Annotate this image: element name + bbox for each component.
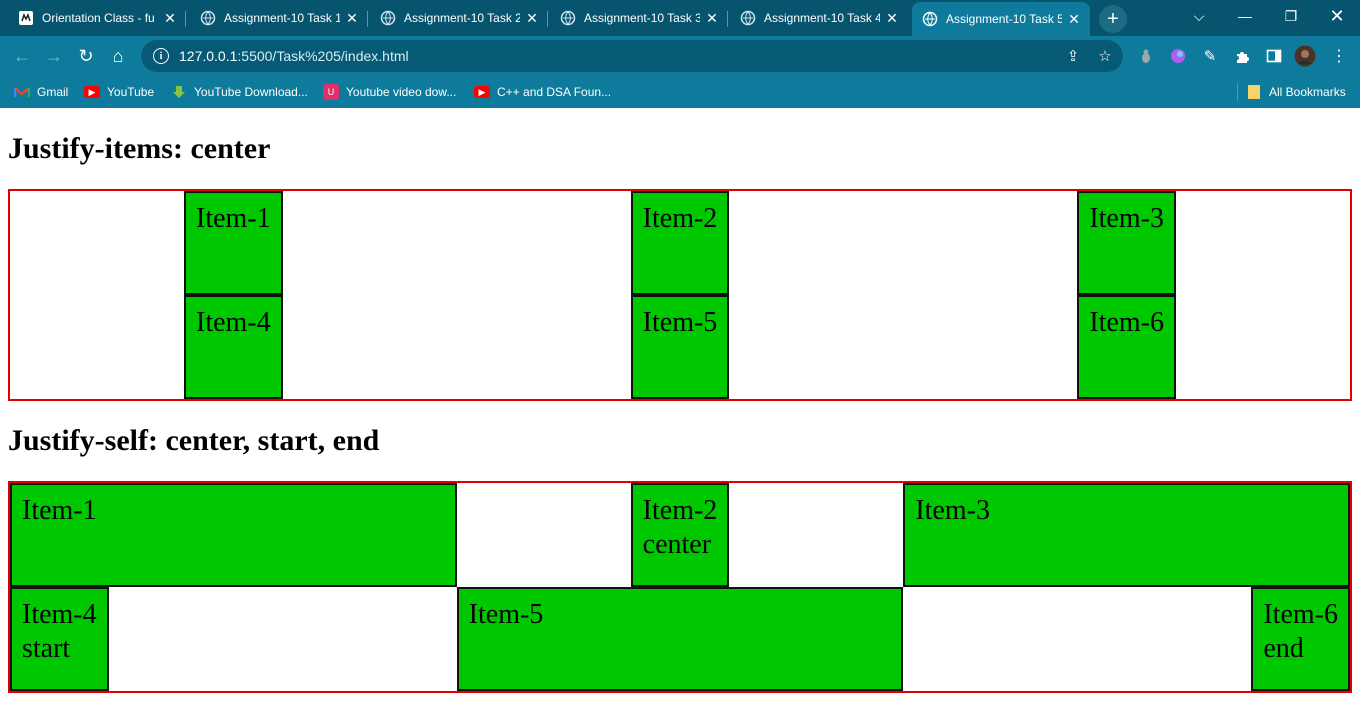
globe-icon (922, 11, 938, 27)
minimize-icon[interactable]: — (1222, 0, 1268, 32)
grid-item: Item-1 (10, 483, 457, 587)
tab-title: Assignment-10 Task 5 (946, 12, 1062, 26)
tab-title: Assignment-10 Task 1 (224, 11, 340, 25)
tab-title: Assignment-10 Task 2 (404, 11, 520, 25)
all-bookmarks-label: All Bookmarks (1269, 85, 1346, 99)
tab-3[interactable]: Assignment-10 Task 2 ✕ (370, 4, 548, 32)
bookmark-gmail[interactable]: Gmail (14, 82, 68, 102)
folder-icon (1246, 84, 1262, 100)
tab-2[interactable]: Assignment-10 Task 1 ✕ (190, 4, 368, 32)
browser-toolbar: ← → ↻ ⌂ i 127.0.0.1:5500/Task%205/index.… (0, 36, 1360, 76)
tab-search-chevron-icon[interactable]: ⌵ (1176, 0, 1222, 32)
close-tab-icon[interactable]: ✕ (1066, 11, 1082, 27)
close-tab-icon[interactable]: ✕ (344, 10, 360, 26)
close-window-icon[interactable]: ✕ (1314, 0, 1360, 32)
restore-icon[interactable]: ❐ (1268, 0, 1314, 32)
eyedropper-icon[interactable]: ✎ (1199, 45, 1221, 67)
grid-item: Item-2 (630, 191, 730, 295)
close-tab-icon[interactable]: ✕ (884, 10, 900, 26)
grid-item: Item-5 (630, 295, 730, 399)
grid-item-end: Item-6 end (1251, 587, 1350, 691)
close-tab-icon[interactable]: ✕ (704, 10, 720, 26)
grid-item-start: Item-4 start (10, 587, 109, 691)
menu-kebab-icon[interactable]: ⋮ (1328, 45, 1350, 67)
bookmarks-divider (1237, 83, 1238, 101)
extension-icon[interactable] (1135, 45, 1157, 67)
tab-divider (185, 11, 186, 27)
tab-4[interactable]: Assignment-10 Task 3 ✕ (550, 4, 728, 32)
tab-title: Orientation Class - fu (42, 11, 155, 25)
grid-item: Item-4 (184, 295, 283, 399)
bookmark-label: Youtube video dow... (346, 85, 457, 99)
grid-item: Item-3 (1077, 191, 1176, 295)
globe-icon (200, 10, 216, 26)
bookmark-star-icon[interactable]: ☆ (1095, 46, 1115, 66)
grid-item: Item-5 (456, 587, 904, 691)
forward-arrow-icon[interactable]: → (40, 42, 68, 70)
bookmark-label: YouTube Download... (194, 85, 308, 99)
tab-1[interactable]: Orientation Class - fu ✕ (8, 4, 186, 32)
bookmarks-bar: Gmail ▶ YouTube YouTube Download... U Yo… (0, 76, 1360, 108)
share-icon[interactable]: ⇪ (1063, 46, 1083, 66)
puzzle-extensions-icon[interactable] (1231, 45, 1253, 67)
back-arrow-icon[interactable]: ← (8, 42, 36, 70)
tab-divider (727, 11, 728, 27)
bookmark-cpp-dsa[interactable]: ▶ C++ and DSA Foun... (474, 82, 611, 102)
grid-item-center: Item-2 center (630, 483, 730, 587)
site-info-icon[interactable]: i (153, 48, 169, 64)
bookmark-label: C++ and DSA Foun... (497, 85, 612, 99)
grid-item: Item-3 (903, 483, 1350, 587)
close-tab-icon[interactable]: ✕ (162, 10, 178, 26)
section2-heading: Justify-self: center, start, end (8, 424, 380, 457)
tab-strip: Orientation Class - fu ✕ Assignment-10 T… (0, 0, 1360, 36)
globe-icon (380, 10, 396, 26)
profile-avatar[interactable] (1294, 45, 1316, 67)
grid-item: Item-6 (1077, 295, 1176, 399)
globe-icon (560, 10, 576, 26)
page-content: Justify-items: center Item-1 Item-2 Item… (0, 108, 1360, 728)
tab-divider (547, 11, 548, 27)
gmail-icon (14, 84, 30, 100)
section1-heading: Justify-items: center (8, 132, 271, 165)
url-text[interactable]: 127.0.0.1:5500/Task%205/index.html (179, 48, 409, 64)
page-favicon-icon (18, 10, 34, 26)
download-icon (171, 84, 187, 100)
new-tab-button[interactable]: + (1099, 5, 1127, 33)
home-icon[interactable]: ⌂ (104, 42, 132, 70)
bookmark-video-downloader[interactable]: U Youtube video dow... (323, 82, 456, 102)
bookmark-label: Gmail (37, 85, 69, 99)
video-download-icon: U (323, 84, 339, 100)
bookmark-label: YouTube (107, 85, 155, 99)
tab-title: Assignment-10 Task 4 (764, 11, 880, 25)
tab-5[interactable]: Assignment-10 Task 4 ✕ (730, 4, 908, 32)
youtube-icon: ▶ (474, 86, 490, 98)
tab-title: Assignment-10 Task 3 (584, 11, 700, 25)
globe-icon (740, 10, 756, 26)
close-tab-icon[interactable]: ✕ (524, 10, 540, 26)
extension-purple-icon[interactable] (1167, 45, 1189, 67)
grid-item: Item-1 (184, 191, 283, 295)
all-bookmarks-button[interactable]: All Bookmarks (1246, 82, 1346, 102)
youtube-icon: ▶ (84, 86, 100, 98)
side-panel-icon[interactable] (1263, 45, 1285, 67)
reload-icon[interactable]: ↻ (72, 42, 100, 70)
justify-items-grid: Item-1 Item-2 Item-3 Item-4 Item-5 Item-… (8, 189, 1352, 401)
justify-self-grid: Item-1 Item-2 center Item-3 Item-4 start… (8, 481, 1352, 693)
bookmark-youtube-downloader[interactable]: YouTube Download... (171, 82, 308, 102)
bookmark-youtube[interactable]: ▶ YouTube (84, 82, 154, 102)
tab-6-active[interactable]: Assignment-10 Task 5 ✕ (912, 2, 1090, 36)
tab-divider (367, 11, 368, 27)
address-bar[interactable]: i 127.0.0.1:5500/Task%205/index.html ⇪ ☆ (141, 40, 1123, 72)
